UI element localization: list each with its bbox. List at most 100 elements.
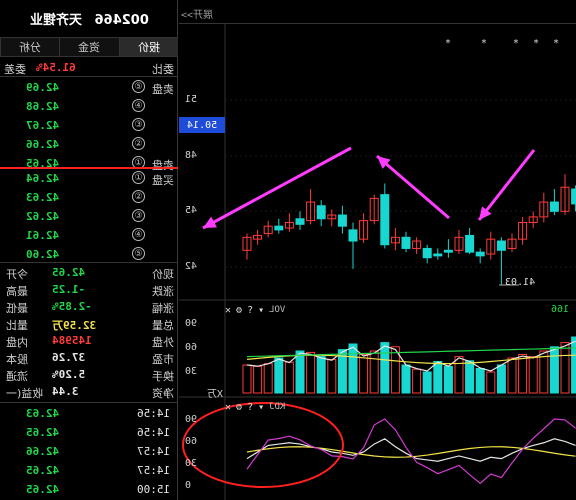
buy-order-index: ④: [132, 228, 145, 241]
stat-label2: 收益(一: [6, 387, 44, 400]
close-icon[interactable]: ✕: [225, 305, 231, 316]
candle-body: [316, 205, 326, 220]
stat-label2: 量比: [6, 319, 28, 332]
volume-bar: [284, 361, 294, 394]
gear-icon[interactable]: ⚙: [236, 305, 242, 316]
buy-order-price[interactable]: 42.62: [26, 210, 59, 223]
buy-order-row: 买盘 ① 42.64: [0, 169, 178, 188]
tick-time: 14:56: [136, 407, 170, 420]
kdj-panel-header: ✕ ⚙ ? ▾ KDJ: [225, 400, 285, 414]
star-mid: *: [481, 38, 488, 49]
stat-value: -2.85%: [52, 300, 92, 313]
sell-order-price[interactable]: 42.67: [26, 119, 59, 132]
volume-bar: [369, 350, 379, 394]
volume-bar: [316, 356, 326, 394]
stat-label: 市盈: [152, 353, 174, 366]
stat-row: 外盘 145984 内盘: [0, 332, 178, 349]
volume-bar: [263, 363, 273, 394]
stat-label: 净资: [152, 387, 174, 400]
vol-tick-90: 90: [185, 318, 198, 329]
volume-bar: [433, 361, 443, 394]
sell-order-row: ② 42.66: [0, 135, 178, 154]
stat-row: 涨幅 -2.85% 最低: [0, 298, 178, 315]
tick-time: 14:57: [136, 464, 170, 477]
candle-body: [337, 214, 347, 227]
sell-order-price[interactable]: 42.69: [26, 81, 59, 94]
stat-label: 涨跌: [152, 285, 174, 298]
chart-panel: 展开>> 51 50.14 48 45 42 * * * * * 41.03 ✕…: [179, 0, 576, 500]
buy-order-price[interactable]: 42.61: [26, 229, 59, 242]
volume-bar: [454, 356, 464, 394]
volume-bar: [571, 336, 576, 394]
help-icon[interactable]: ?: [247, 402, 253, 413]
tick-row: 42.65 14:56: [0, 423, 178, 441]
stat-value: -1.25: [52, 283, 86, 296]
stat-label2: 最高: [6, 285, 28, 298]
star-left: *: [445, 38, 452, 49]
gear-icon[interactable]: ⚙: [236, 402, 242, 413]
buy-order-label: 买盘: [152, 174, 174, 187]
tab-quote[interactable]: 报价: [118, 38, 178, 56]
buy-order-row: ② 42.63: [0, 188, 178, 207]
price-tick-48: 48: [185, 150, 198, 161]
sell-order-index: ⑤: [132, 80, 145, 93]
tick-price: 42.63: [26, 407, 60, 420]
stat-row: 涨跌 -1.25 最高: [0, 281, 178, 298]
volume-bar: [486, 371, 496, 394]
tick-price: 42.65: [26, 483, 60, 496]
volume-bar: [528, 356, 538, 394]
stat-value: 42.65: [52, 266, 86, 279]
vol-tick-60: 60: [185, 342, 198, 353]
volume-bar: [560, 342, 570, 394]
volume-bar: [475, 368, 485, 394]
dropdown-icon[interactable]: ▾: [258, 305, 264, 316]
candle-body: [422, 247, 432, 259]
dropdown-icon[interactable]: ▾: [258, 402, 264, 413]
volume-bar: [443, 365, 453, 394]
buy-order-index: ②: [132, 190, 145, 203]
weibi-value: 61.54%: [36, 61, 76, 74]
tab-funds[interactable]: 资金: [59, 38, 118, 56]
stat-value: 5.20%: [52, 368, 86, 381]
help-icon[interactable]: ?: [247, 305, 253, 316]
buy-order-price[interactable]: 42.64: [26, 172, 59, 185]
volume-bar: [359, 354, 369, 394]
tick-row: 42.63 14:56: [0, 404, 178, 422]
volume-bar: [295, 350, 305, 394]
kline-chart: [179, 24, 576, 500]
stat-label2: 最低: [6, 302, 28, 315]
tick-price: 42.66: [26, 445, 60, 458]
stat-label: 涨幅: [152, 302, 174, 315]
volume-bar: [507, 357, 517, 394]
tick-price: 42.65: [26, 426, 60, 439]
tick-row: 42.66 14:57: [0, 442, 178, 460]
tab-analysis[interactable]: 分析: [0, 38, 59, 56]
volume-bar: [401, 364, 411, 394]
candle-body: [401, 236, 411, 249]
sell-order-price[interactable]: 42.68: [26, 100, 59, 113]
candle-body: [443, 249, 453, 253]
vol-panel-header: ✕ ⚙ ? ▾ VOL: [225, 303, 285, 317]
sell-order-row: ③ 42.67: [0, 116, 178, 135]
sell-order-index: ③: [132, 118, 145, 131]
sell-order-price[interactable]: 42.66: [26, 138, 59, 151]
kdj-k-line: [246, 438, 576, 462]
stat-row: 总量 32.59万 量比: [0, 315, 178, 332]
stat-label: 现价: [152, 268, 174, 281]
volume-bar: [253, 365, 263, 394]
volume-bar: [549, 346, 559, 394]
buy-order-price[interactable]: 42.63: [26, 191, 59, 204]
sell-order-label: 卖盘: [152, 83, 174, 96]
tick-time: 15:00: [136, 483, 170, 496]
stat-value: 3.44: [52, 385, 79, 398]
buy-order-row: ④ 42.61: [0, 226, 178, 245]
close-icon[interactable]: ✕: [225, 402, 231, 413]
stock-code: 002466: [94, 12, 149, 28]
volume-bar: [422, 371, 432, 394]
tick-price: 42.65: [26, 464, 60, 477]
stat-value: 32.59万: [52, 319, 97, 332]
vol-tick-30: 30: [185, 366, 198, 377]
vol-value: 166: [551, 304, 570, 315]
buy-order-price[interactable]: 42.60: [26, 248, 59, 261]
stat-row: 换手 5.20% 流通: [0, 366, 178, 383]
